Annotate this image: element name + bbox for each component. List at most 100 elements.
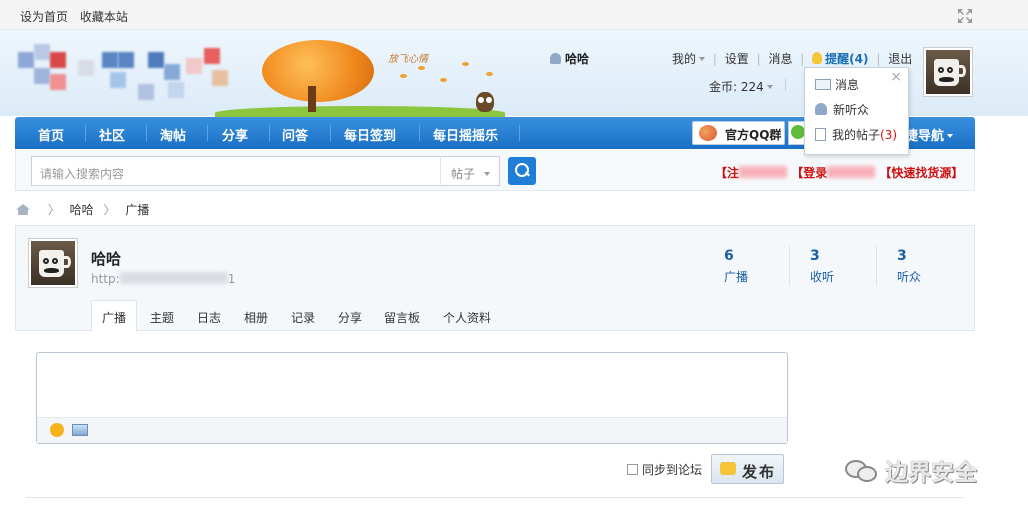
url-suffix: 1	[227, 272, 236, 286]
nav-item-daily-shake[interactable]: 每日摇摇乐	[433, 125, 498, 144]
dropdown-item-new-followers[interactable]: 新听众	[815, 101, 869, 118]
document-icon	[815, 128, 826, 141]
tab-album[interactable]: 相册	[244, 309, 268, 326]
banner-slogan: 放飞心情	[388, 54, 428, 65]
quick-nav-button[interactable]: 捷导航	[905, 125, 954, 144]
nav-divider	[85, 125, 86, 141]
wechat-icon	[791, 125, 805, 139]
nav-item-taotie[interactable]: 淘帖	[160, 125, 186, 144]
site-logo[interactable]	[18, 44, 258, 104]
user-avatar[interactable]	[923, 47, 973, 97]
chevron-right-icon: 〉	[103, 203, 116, 217]
redacted-text	[739, 166, 788, 178]
login-link[interactable]: 【登录	[791, 166, 876, 180]
separator: |	[800, 52, 805, 66]
nav-divider	[419, 125, 420, 141]
home-icon[interactable]	[16, 204, 30, 215]
tab-profile-info[interactable]: 个人资料	[443, 309, 491, 326]
chevron-down-icon	[699, 57, 706, 61]
mine-label: 我的	[672, 52, 697, 66]
dropdown-item-messages[interactable]: 消息	[815, 76, 859, 93]
nav-divider	[519, 125, 520, 141]
divider	[26, 497, 964, 498]
url-prefix: http:	[91, 272, 120, 286]
stat-label: 广播	[724, 270, 749, 284]
nav-item-daily-signin[interactable]: 每日签到	[344, 125, 396, 144]
current-user[interactable]: 哈哈	[550, 50, 589, 67]
nav-item-share[interactable]: 分享	[222, 125, 248, 144]
username[interactable]: 哈哈	[565, 52, 589, 66]
search-type-select[interactable]: 帖子	[440, 156, 500, 186]
emoji-icon[interactable]	[50, 423, 64, 437]
stat-following[interactable]: 3 收听	[810, 248, 834, 285]
qq-group-label: 官方QQ群	[725, 128, 782, 142]
coins-display[interactable]: 金币: 224	[709, 78, 786, 95]
search-input[interactable]: 请输入搜索内容	[31, 156, 441, 186]
set-homepage-link[interactable]: 设为首页	[20, 10, 68, 24]
nav-item-community[interactable]: 社区	[99, 125, 125, 144]
divider	[789, 246, 790, 286]
mine-menu[interactable]: 我的	[672, 52, 706, 66]
search-button[interactable]	[508, 157, 536, 185]
redacted-text	[119, 272, 228, 284]
settings-link[interactable]: 设置	[725, 52, 749, 66]
tab-blog[interactable]: 日志	[197, 309, 221, 326]
divider	[785, 79, 786, 91]
close-icon[interactable]: ×	[890, 69, 902, 85]
logout-link[interactable]: 退出	[888, 52, 912, 66]
nav-divider	[330, 125, 331, 141]
register-label: 【注	[715, 166, 740, 180]
stat-value: 3	[810, 248, 820, 264]
breadcrumb-user[interactable]: 哈哈	[70, 203, 94, 217]
stat-label: 收听	[810, 270, 835, 284]
stat-broadcasts[interactable]: 6 广播	[724, 248, 748, 285]
find-goods-link[interactable]: 【快速找货源】	[879, 166, 963, 180]
separator: |	[876, 52, 881, 66]
leaf-decoration	[462, 62, 469, 66]
leaf-decoration	[440, 78, 447, 82]
dropdown-item-label: 我的帖子	[832, 128, 881, 142]
dropdown-item-my-posts[interactable]: 我的帖子(3)	[815, 126, 897, 143]
mug-avatar-image	[31, 241, 75, 285]
tab-share[interactable]: 分享	[338, 309, 362, 326]
profile-avatar[interactable]	[28, 238, 78, 288]
breadcrumb-current: 广播	[125, 203, 150, 217]
tree-trunk	[308, 86, 316, 112]
tab-records[interactable]: 记录	[291, 309, 315, 326]
stat-followers[interactable]: 3 听众	[897, 248, 921, 285]
lightbulb-icon	[812, 52, 823, 64]
profile-url[interactable]: http: 1	[91, 272, 235, 286]
chevron-right-icon: 〉	[47, 203, 60, 217]
messages-link[interactable]: 消息	[768, 52, 792, 66]
leaf-decoration	[400, 74, 407, 78]
dropdown-item-label: 新听众	[833, 103, 870, 117]
composer-toolbar	[37, 417, 787, 443]
tab-topics[interactable]: 主题	[150, 309, 174, 326]
remind-link[interactable]: 提醒(4)	[812, 52, 868, 66]
fullscreen-icon[interactable]	[957, 8, 973, 24]
broadcast-textarea[interactable]	[36, 352, 788, 444]
nav-item-qa[interactable]: 问答	[282, 125, 308, 144]
nav-divider	[269, 125, 270, 141]
watermark: 边界安全	[845, 453, 977, 487]
bookmark-link[interactable]: 收藏本站	[80, 10, 128, 24]
post-count: (3)	[880, 128, 898, 142]
publish-button[interactable]: 发布	[711, 454, 784, 484]
top-links: 设为首页 收藏本站	[20, 8, 136, 25]
stat-value: 6	[724, 248, 734, 264]
sync-checkbox[interactable]	[627, 464, 638, 475]
search-type-label: 帖子	[451, 167, 476, 181]
image-icon[interactable]	[72, 424, 88, 436]
register-link[interactable]: 【注	[715, 166, 788, 180]
tab-guestbook[interactable]: 留言板	[384, 309, 420, 326]
user-icon	[550, 53, 561, 64]
sync-to-forum[interactable]: 同步到论坛	[627, 461, 702, 478]
search-links: 【注 【登录 【快速找货源】	[715, 164, 963, 181]
speech-bubble-icon	[720, 462, 736, 475]
tab-broadcast[interactable]: 广播	[91, 300, 138, 332]
nav-item-home[interactable]: 首页	[38, 125, 64, 144]
qq-group-button[interactable]: 官方QQ群	[692, 121, 785, 145]
coins-label: 金币: 224	[709, 80, 764, 94]
user-icon	[815, 103, 827, 115]
owl-decoration	[476, 92, 494, 112]
